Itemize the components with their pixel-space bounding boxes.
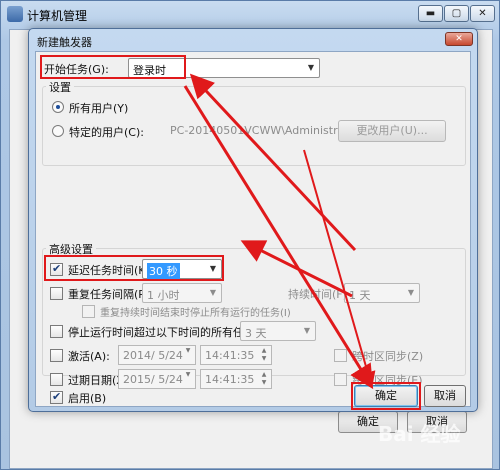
arrow-to-start-task xyxy=(189,73,357,252)
arrow-to-ok xyxy=(303,149,376,388)
watermark: Bai 经验 xyxy=(378,422,461,446)
annotation-arrows xyxy=(183,73,376,390)
